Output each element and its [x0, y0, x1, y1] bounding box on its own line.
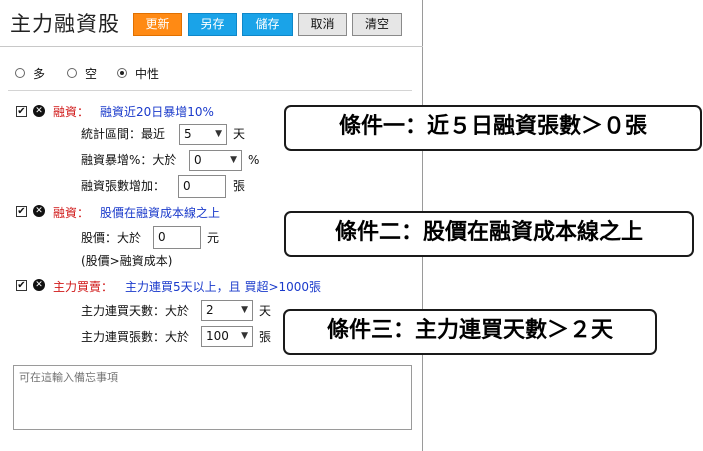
delete-x-icon[interactable]: ✕: [33, 205, 45, 217]
cancel-button[interactable]: 取消: [298, 13, 347, 36]
period-select[interactable]: 5 ▼: [179, 124, 227, 145]
price-input[interactable]: 0: [153, 226, 201, 249]
chevron-down-icon: ▼: [241, 305, 248, 315]
memo-textarea[interactable]: [13, 365, 412, 430]
save-as-button[interactable]: 另存: [188, 13, 237, 36]
margin-surge-unit: %: [248, 153, 260, 167]
margin-surge-label: 融資暴增%：大於: [81, 153, 177, 167]
radio-circle[interactable]: [67, 68, 77, 78]
condition1-checkbox[interactable]: ✔: [16, 106, 27, 117]
callout-condition3: 條件三：主力連買天數＞２天: [283, 309, 657, 355]
radio-circle[interactable]: [15, 68, 25, 78]
radio-circle-selected[interactable]: [117, 68, 127, 78]
condition2-category: 融資：: [53, 206, 90, 220]
condition2-checkbox[interactable]: ✔: [16, 206, 27, 217]
chevron-down-icon: ▼: [215, 129, 222, 139]
buy-days-value: 2: [206, 303, 214, 317]
margin-surge-value: 0: [194, 153, 202, 167]
delete-x-icon[interactable]: ✕: [33, 279, 45, 291]
margin-surge-select[interactable]: 0 ▼: [189, 150, 242, 171]
price-note: (股價>融資成本): [81, 254, 173, 268]
period-value: 5: [184, 127, 192, 141]
period-label: 統計區間：最近: [81, 127, 166, 141]
condition1-description: 融資近20日暴增10%: [100, 105, 214, 119]
condition3-description: 主力連買5天以上，且 買超>1000張: [125, 280, 322, 294]
condition1-category: 融資：: [53, 105, 90, 119]
save-button[interactable]: 儲存: [242, 13, 293, 36]
buy-lots-value: 100: [206, 329, 229, 343]
chevron-down-icon: ▼: [241, 331, 248, 341]
buy-lots-unit: 張: [259, 330, 272, 344]
delete-x-icon[interactable]: ✕: [33, 105, 45, 117]
condition2-description: 股價在融資成本線之上: [100, 206, 221, 220]
price-unit: 元: [207, 231, 220, 245]
callout-condition2: 條件二：股價在融資成本線之上: [284, 211, 694, 257]
clear-button[interactable]: 清空: [352, 13, 402, 36]
buy-days-select[interactable]: 2 ▼: [201, 300, 253, 321]
header-bar: 主力融資股 更新 另存 儲存 取消 清空: [0, 0, 423, 47]
buy-days-unit: 天: [259, 304, 272, 318]
margin-lots-unit: 張: [233, 179, 246, 193]
margin-lots-input[interactable]: 0: [178, 175, 226, 198]
condition3-category: 主力買賣：: [53, 280, 114, 294]
condition3-checkbox[interactable]: ✔: [16, 280, 27, 291]
price-label: 股價：大於: [81, 231, 142, 245]
radio-label: 多: [33, 66, 46, 81]
radio-label: 空: [85, 66, 98, 81]
buy-days-label: 主力連買天數：大於: [81, 304, 190, 318]
update-button[interactable]: 更新: [133, 13, 182, 36]
buy-lots-label: 主力連買張數：大於: [81, 330, 190, 344]
period-unit: 天: [233, 127, 246, 141]
radio-neutral[interactable]: 中性: [117, 64, 159, 82]
chevron-down-icon: ▼: [230, 155, 237, 165]
page-title: 主力融資股: [10, 12, 120, 36]
radio-label: 中性: [135, 66, 160, 81]
divider: [8, 90, 412, 91]
callout-condition1: 條件一：近５日融資張數＞０張: [284, 105, 702, 151]
radio-long[interactable]: 多: [15, 64, 45, 82]
buy-lots-select[interactable]: 100 ▼: [201, 326, 253, 347]
radio-short[interactable]: 空: [67, 64, 97, 82]
margin-lots-label: 融資張數增加：: [81, 179, 166, 193]
